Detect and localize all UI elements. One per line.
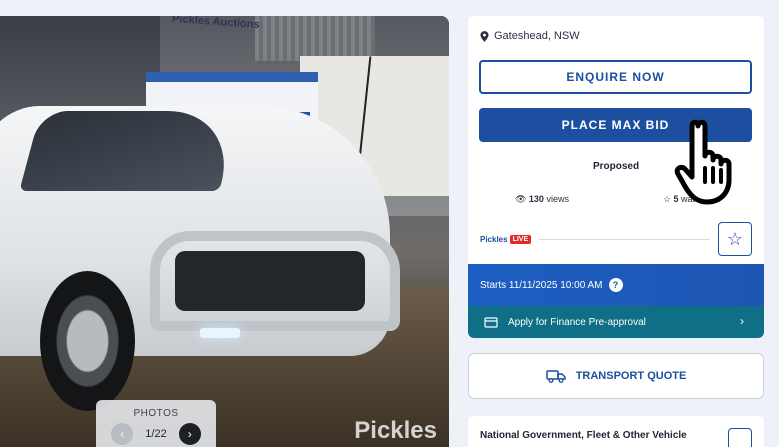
star-outline-icon: ☆ <box>662 194 671 204</box>
transport-quote-button[interactable]: TRANSPORT QUOTE <box>468 353 764 399</box>
views-stat: 👁 130 views <box>515 194 569 205</box>
location: Gateshead, NSW <box>480 30 580 42</box>
chevron-right-icon: › <box>740 314 744 328</box>
enquire-now-button[interactable]: ENQUIRE NOW <box>479 60 752 94</box>
pickles-watermark: Pickles <box>354 417 437 444</box>
car-light <box>200 328 240 338</box>
chevron-left-icon[interactable]: ‹ <box>111 423 134 445</box>
sale-title: National Government, Fleet & Other Vehic… <box>480 430 687 441</box>
location-pin-icon <box>480 30 489 42</box>
photo-counter: PHOTOS ‹ 1/22 › <box>96 400 216 447</box>
watchlist-star-button[interactable]: ☆ <box>718 222 752 256</box>
transport-label: TRANSPORT QUOTE <box>575 370 687 382</box>
auction-start: Starts 11/11/2025 10:00 AM ? <box>468 264 764 306</box>
chevron-right-icon[interactable]: › <box>178 423 201 445</box>
views-label: views <box>546 194 569 204</box>
calendar-icon[interactable] <box>728 428 752 447</box>
car-wheel <box>40 271 135 411</box>
auction-start-text: Starts 11/11/2025 10:00 AM <box>480 279 603 291</box>
live-row: Pickles LIVE ☆ <box>480 222 752 256</box>
roller-shutter <box>255 16 375 61</box>
pickles-live-logo: Pickles LIVE <box>480 234 532 244</box>
truck-icon <box>545 370 566 383</box>
eye-icon: 👁 <box>514 194 527 204</box>
location-text: Gateshead, NSW <box>494 30 580 42</box>
photos-label: PHOTOS <box>133 408 179 419</box>
hand-pointer-cursor-icon <box>674 119 732 205</box>
finance-preapproval-button[interactable]: Apply for Finance Pre-approval › <box>468 306 764 338</box>
divider <box>539 238 710 240</box>
finance-label: Apply for Finance Pre-approval <box>508 316 646 328</box>
vehicle-photo[interactable]: Pickles Auctions Pickles <box>0 16 449 447</box>
help-icon[interactable]: ? <box>608 278 623 292</box>
photo-count: 1/22 <box>145 428 167 440</box>
pickles-brand: Pickles <box>480 234 508 244</box>
car-grille <box>175 251 365 311</box>
star-icon: ☆ <box>726 228 744 249</box>
finance-icon <box>484 317 498 328</box>
sale-card[interactable]: National Government, Fleet & Other Vehic… <box>468 416 764 447</box>
views-count: 130 <box>528 194 544 204</box>
live-badge: LIVE <box>509 234 532 244</box>
